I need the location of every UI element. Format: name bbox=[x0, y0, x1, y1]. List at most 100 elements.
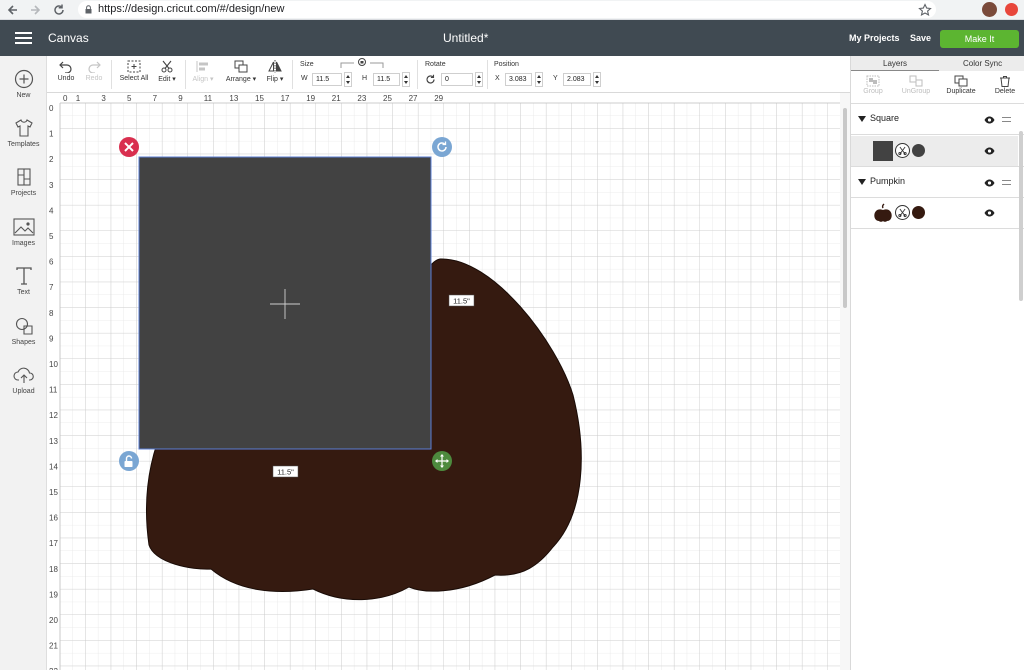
ruler-tick-label: 19 bbox=[306, 94, 315, 103]
cut-scissors-icon[interactable] bbox=[895, 205, 910, 220]
collapse-caret-icon[interactable] bbox=[858, 116, 866, 122]
ruler-tick-label: 1 bbox=[49, 130, 54, 139]
arrange-dropdown-arrow: ▾ bbox=[250, 76, 257, 83]
image-icon bbox=[12, 218, 35, 236]
rotate-icon bbox=[426, 74, 435, 84]
collapse-caret-icon[interactable] bbox=[858, 179, 866, 185]
edit-label: Edit bbox=[158, 76, 171, 83]
width-input[interactable]: 11.5 bbox=[312, 73, 342, 86]
select-all-button[interactable]: Select All bbox=[117, 60, 151, 82]
drag-handle-icon[interactable] bbox=[1002, 180, 1011, 185]
ruler-tick-label: 3 bbox=[101, 94, 106, 103]
ruler-tick-label: 15 bbox=[255, 94, 264, 103]
align-icon bbox=[196, 61, 208, 72]
make-it-button[interactable]: Make It bbox=[940, 30, 1019, 48]
sidebar-item-images[interactable]: Images bbox=[0, 217, 47, 247]
ungroup-button[interactable]: UnGroup bbox=[898, 72, 934, 95]
height-stepper-icon[interactable] bbox=[402, 72, 410, 87]
sidebar-item-label: Projects bbox=[10, 190, 37, 197]
drag-handle-icon[interactable] bbox=[1002, 117, 1011, 122]
sidebar-item-text[interactable]: Text bbox=[0, 266, 47, 296]
redo-icon bbox=[88, 61, 101, 73]
design-canvas[interactable]: 0 1 3 5 7 9 11 13 15 17 19 21 23 25 27 29 0 1 2 3 4 5 6 7 8 9 10 1… bbox=[47, 93, 840, 670]
lock-handle-icon[interactable] bbox=[119, 451, 139, 471]
delete-label: Delete bbox=[994, 88, 1016, 95]
visibility-eye-icon[interactable] bbox=[984, 179, 995, 187]
scissors-icon bbox=[161, 60, 173, 73]
rotate-input[interactable]: 0 bbox=[441, 73, 473, 86]
select-all-label: Select All bbox=[119, 75, 149, 82]
reload-icon[interactable] bbox=[52, 3, 66, 17]
y-position-input[interactable]: 2.083 bbox=[563, 73, 591, 86]
sidebar-item-label: Text bbox=[17, 289, 30, 296]
visibility-eye-icon[interactable] bbox=[984, 116, 995, 124]
canvas-scroll-thumb[interactable] bbox=[843, 108, 847, 308]
ruler-tick-label: 7 bbox=[153, 94, 158, 103]
bookmark-star-icon[interactable] bbox=[918, 3, 932, 17]
rotate-handle-icon[interactable] bbox=[432, 137, 452, 157]
address-bar[interactable]: https://design.cricut.com/#/design/new bbox=[78, 1, 936, 18]
extension-icon[interactable] bbox=[1005, 3, 1018, 16]
edit-menu-button[interactable]: Edit ▾ bbox=[155, 60, 179, 83]
group-label: Group bbox=[863, 88, 883, 95]
trash-icon bbox=[1000, 76, 1010, 87]
document-title[interactable]: Untitled* bbox=[443, 31, 488, 45]
cloud-upload-icon bbox=[12, 367, 34, 383]
height-input[interactable]: 11.5 bbox=[373, 73, 400, 86]
cut-scissors-icon[interactable] bbox=[895, 143, 910, 158]
tab-layers[interactable]: Layers bbox=[883, 59, 907, 68]
layers-scrollbar[interactable] bbox=[1019, 131, 1023, 301]
hamburger-menu-icon[interactable] bbox=[15, 32, 32, 44]
forward-icon[interactable] bbox=[28, 3, 42, 17]
ruler-tick-label: 0 bbox=[63, 94, 68, 103]
sidebar-item-templates[interactable]: Templates bbox=[0, 118, 47, 148]
ruler-tick-label: 0 bbox=[49, 104, 54, 113]
ruler-tick-label: 5 bbox=[49, 232, 54, 241]
delete-handle-icon[interactable] bbox=[119, 137, 139, 157]
size-lock-icon[interactable] bbox=[340, 57, 384, 69]
sidebar-item-upload[interactable]: Upload bbox=[0, 365, 47, 395]
panel-divider bbox=[851, 228, 1024, 229]
duplicate-button[interactable]: Duplicate bbox=[943, 72, 979, 95]
square-color-swatch[interactable] bbox=[912, 144, 925, 157]
sidebar-item-new[interactable]: New bbox=[0, 69, 47, 99]
ruler-tick-label: 6 bbox=[49, 258, 54, 267]
rotate-stepper-icon[interactable] bbox=[475, 72, 483, 87]
group-button[interactable]: Group bbox=[855, 72, 891, 95]
width-stepper-icon[interactable] bbox=[344, 72, 352, 87]
save-button[interactable]: Save bbox=[910, 33, 931, 43]
back-icon[interactable] bbox=[6, 3, 20, 17]
redo-button[interactable]: Redo bbox=[84, 60, 104, 82]
pumpkin-color-swatch[interactable] bbox=[912, 206, 925, 219]
delete-button[interactable]: Delete bbox=[987, 72, 1023, 95]
undo-button[interactable]: Undo bbox=[56, 60, 76, 82]
x-position-input[interactable]: 3.083 bbox=[505, 73, 532, 86]
layer-row-pumpkin[interactable] bbox=[851, 198, 1018, 228]
resize-handle-icon[interactable] bbox=[432, 451, 452, 471]
duplicate-label: Duplicate bbox=[946, 88, 976, 95]
layer-row-square[interactable] bbox=[851, 136, 1018, 166]
canvas-grid[interactable]: 0 1 3 5 7 9 11 13 15 17 19 21 23 25 27 29 0123456789101… bbox=[47, 93, 840, 670]
sidebar-item-shapes[interactable]: Shapes bbox=[0, 316, 47, 346]
vertical-ruler bbox=[47, 93, 60, 670]
my-projects-link[interactable]: My Projects bbox=[849, 33, 900, 43]
ruler-tick-label: 18 bbox=[49, 565, 58, 574]
layer-group-pumpkin[interactable]: Pumpkin bbox=[851, 167, 1024, 197]
ungroup-icon bbox=[909, 75, 923, 87]
layer-group-square[interactable]: Square bbox=[851, 104, 1024, 134]
profile-avatar[interactable] bbox=[982, 2, 997, 17]
align-menu-button[interactable]: Align ▾ bbox=[190, 60, 216, 83]
tab-color-sync[interactable]: Color Sync bbox=[963, 59, 1002, 68]
ruler-tick-label: 25 bbox=[383, 94, 392, 103]
edit-toolbar: Undo Redo Select All Edit ▾ Align ▾ Arra… bbox=[0, 56, 850, 93]
y-stepper-icon[interactable] bbox=[593, 72, 601, 87]
x-label: X bbox=[495, 75, 500, 82]
lock-icon bbox=[85, 5, 92, 14]
x-stepper-icon[interactable] bbox=[535, 72, 543, 87]
flip-menu-button[interactable]: Flip ▾ bbox=[263, 60, 287, 83]
arrange-menu-button[interactable]: Arrange ▾ bbox=[222, 60, 260, 83]
ruler-tick-label: 13 bbox=[229, 94, 238, 103]
visibility-eye-icon[interactable] bbox=[984, 147, 995, 155]
sidebar-item-projects[interactable]: Projects bbox=[0, 167, 47, 197]
visibility-eye-icon[interactable] bbox=[984, 209, 995, 217]
